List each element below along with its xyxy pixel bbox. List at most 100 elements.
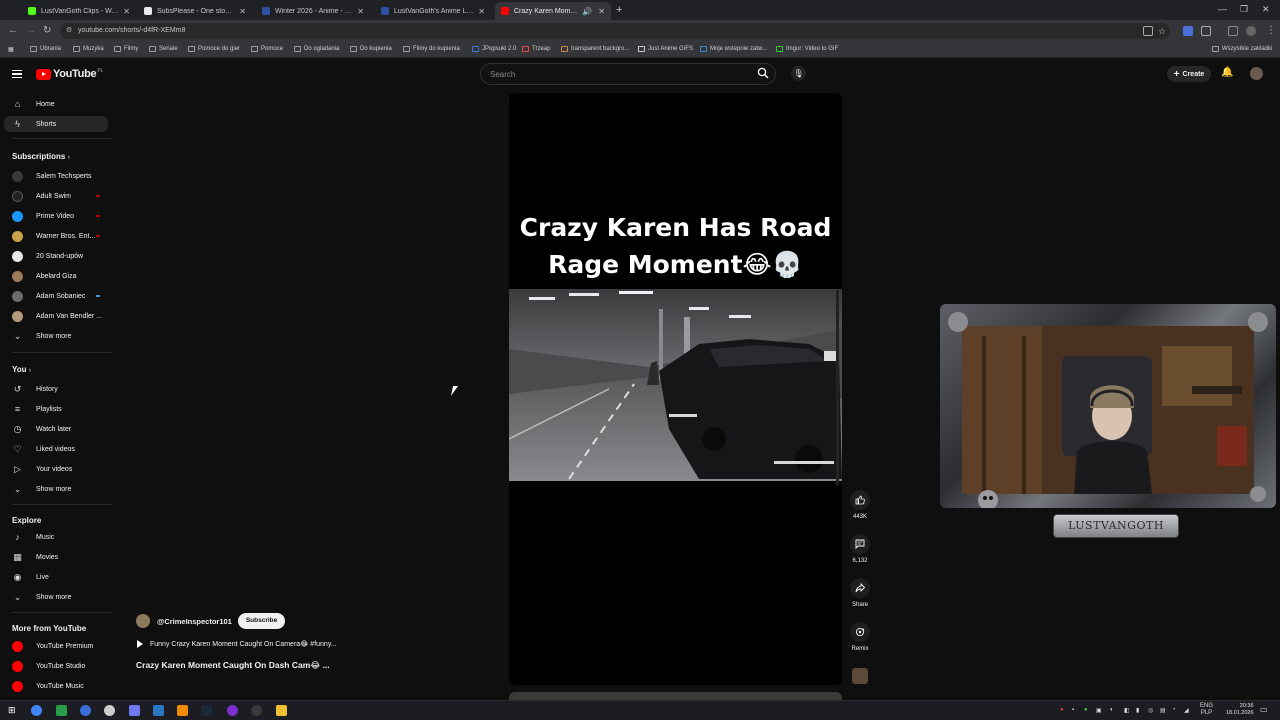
browser-tab[interactable]: Winter 2026 - Anime - MyAnim ✕ — [256, 2, 370, 20]
extension-icon[interactable] — [1183, 26, 1193, 36]
subscription-item[interactable]: 20 Stand-upów — [4, 248, 108, 264]
channel-avatar[interactable] — [136, 614, 150, 628]
bookmark-link[interactable]: Moje wstepnie zatw... — [700, 46, 767, 52]
channel-handle[interactable]: @CrimeInspector101 — [157, 617, 232, 626]
like-button[interactable]: 443K — [848, 490, 872, 520]
bookmark-link[interactable]: JPopsuki 2.0 — [472, 46, 516, 52]
video-frame[interactable] — [509, 289, 842, 481]
search-icon[interactable] — [757, 67, 769, 82]
subscriptions-heading[interactable]: Subscriptions › — [12, 152, 70, 161]
apps-grid-icon[interactable]: ▦ — [8, 46, 14, 53]
share-button[interactable]: Share — [848, 578, 872, 608]
tray-icon[interactable]: ▣ — [1096, 707, 1102, 714]
app-icon[interactable] — [56, 705, 67, 716]
chrome-menu-icon[interactable]: ⋮ — [1266, 25, 1276, 36]
sidebar-item-youtube-music[interactable]: YouTube Music — [4, 678, 108, 694]
sidebar-item-movies[interactable]: ▦ Movies — [4, 549, 108, 565]
forward-icon[interactable]: → — [26, 25, 36, 36]
windows-start-icon[interactable]: ⊞ — [8, 705, 19, 716]
language-indicator[interactable]: ENG PLP — [1200, 703, 1213, 717]
subscription-item[interactable]: Warner Bros. Ent... — [4, 228, 108, 244]
show-more-explore[interactable]: ⌄ Show more — [4, 589, 108, 605]
bookmark-folder[interactable]: Muzyka — [73, 46, 104, 52]
shorts-player[interactable]: Crazy Karen Has Road Rage Moment😂💀 — [509, 93, 842, 685]
new-tab-button[interactable]: + — [616, 4, 622, 16]
app-icon[interactable] — [104, 705, 115, 716]
sidebar-item-watch-later[interactable]: ◷ Watch later — [4, 421, 108, 437]
show-more-you[interactable]: ⌄ Show more — [4, 481, 108, 497]
profile-icon[interactable] — [1246, 26, 1256, 36]
sound-link[interactable]: Funny Crazy Karen Moment Caught On Camer… — [137, 640, 337, 648]
url-field[interactable]: ⚙ youtube.com/shorts/-d4fR-XEMm8 — [60, 23, 1170, 39]
bookmark-folder[interactable]: Do ogladania — [294, 46, 339, 52]
install-app-icon[interactable] — [1143, 26, 1153, 36]
extensions-puzzle-icon[interactable] — [1201, 26, 1211, 36]
close-tab-icon[interactable]: ✕ — [478, 7, 485, 16]
tray-icon[interactable]: ◐ — [1110, 707, 1114, 713]
notifications-icon[interactable]: ▭ — [1260, 705, 1268, 714]
close-tab-icon[interactable]: ✕ — [123, 7, 130, 16]
bookmark-star-icon[interactable]: ☆ — [1158, 26, 1168, 36]
tray-icon[interactable]: ● — [1060, 707, 1064, 713]
steam-icon[interactable] — [201, 705, 212, 716]
obs-icon[interactable] — [251, 705, 262, 716]
you-heading[interactable]: You › — [12, 365, 31, 374]
browser-tab[interactable]: LustVanGoth's Anime List - My ✕ — [375, 2, 491, 20]
subscription-item[interactable]: Prime Video — [4, 208, 108, 224]
microphone-icon[interactable]: 🎙 — [791, 66, 806, 81]
sidebar-item-liked-videos[interactable]: ♡ Liked videos — [4, 441, 108, 457]
tray-icon[interactable]: ▤ — [1160, 707, 1166, 714]
close-window-icon[interactable]: ✕ — [1262, 4, 1270, 15]
mic-tray-icon[interactable]: ▮ — [1136, 707, 1139, 714]
bookmark-folder[interactable]: Filmy — [114, 46, 138, 52]
minimize-icon[interactable]: — — [1218, 4, 1227, 14]
tray-icon[interactable]: ◧ — [1124, 707, 1130, 714]
bookmark-folder[interactable]: Filmy do kupienia — [403, 46, 460, 52]
restore-icon[interactable]: ❐ — [1240, 4, 1248, 15]
account-avatar[interactable] — [1250, 67, 1263, 80]
bookmark-link[interactable]: Just Anime GIFS — [638, 46, 693, 52]
tray-icon[interactable]: ◎ — [1148, 707, 1153, 714]
subscription-item[interactable]: Salem Techsperts — [4, 168, 108, 184]
system-clock[interactable]: 20:36 18.01.2026 — [1226, 703, 1254, 717]
sidebar-item-youtube-premium[interactable]: YouTube Premium — [4, 638, 108, 654]
chrome-icon[interactable] — [31, 705, 42, 716]
youtube-logo[interactable]: YouTube PL — [36, 68, 103, 80]
sidebar-item-live[interactable]: ◉ Live — [4, 569, 108, 585]
browser-tab[interactable]: SubsPlease - One stop shop fo ✕ — [138, 2, 252, 20]
back-icon[interactable]: ← — [8, 25, 18, 36]
sidebar-item-playlists[interactable]: ≡ Playlists — [4, 401, 108, 417]
bookmark-folder[interactable]: Pomoce — [251, 46, 283, 52]
show-more-subscriptions[interactable]: ⌄ Show more — [4, 328, 108, 344]
sidebar-item-shorts[interactable]: ϟ Shorts — [4, 116, 108, 132]
search-input[interactable]: Search — [480, 63, 776, 85]
sidebar-item-youtube-studio[interactable]: YouTube Studio — [4, 658, 108, 674]
create-button[interactable]: + Create — [1167, 66, 1211, 82]
file-explorer-icon[interactable] — [276, 705, 287, 716]
vlc-icon[interactable] — [177, 705, 188, 716]
discord-icon[interactable] — [129, 705, 140, 716]
tray-icon[interactable]: ▪ — [1072, 707, 1074, 713]
sidebar-item-your-videos[interactable]: ▷ Your videos — [4, 461, 108, 477]
close-tab-icon[interactable]: ✕ — [598, 7, 605, 16]
sidepanel-icon[interactable] — [1228, 26, 1238, 36]
subscription-item[interactable]: Adam Van Bendler ... — [4, 308, 108, 324]
subscribe-button[interactable]: Subscribe — [237, 613, 286, 629]
subscription-item[interactable]: Adult Swim — [4, 188, 108, 204]
bookmark-folder[interactable]: Do kupienia — [350, 46, 392, 52]
site-info-icon[interactable]: ⚙ — [66, 26, 72, 34]
bookmark-folder[interactable]: Seriale — [149, 46, 178, 52]
short-caption[interactable]: Crazy Karen Moment Caught On Dash Cam😂 .… — [136, 660, 330, 671]
app-icon[interactable] — [227, 705, 238, 716]
subscription-item[interactable]: Adam Sobaniec — [4, 288, 108, 304]
bookmark-link[interactable]: Trzeap — [522, 46, 550, 52]
remix-button[interactable]: Remix — [848, 622, 872, 652]
all-bookmarks[interactable]: Wszystkie zakladki — [1212, 46, 1272, 52]
bookmark-folder[interactable]: Ubrania — [30, 46, 61, 52]
volume-icon[interactable]: ◢ — [1184, 707, 1189, 714]
app-icon[interactable] — [153, 705, 164, 716]
comments-button[interactable]: 6,132 — [848, 534, 872, 564]
menu-icon[interactable] — [12, 70, 22, 78]
subscription-item[interactable]: Abelard Giza — [4, 268, 108, 284]
close-tab-icon[interactable]: ✕ — [239, 7, 246, 16]
